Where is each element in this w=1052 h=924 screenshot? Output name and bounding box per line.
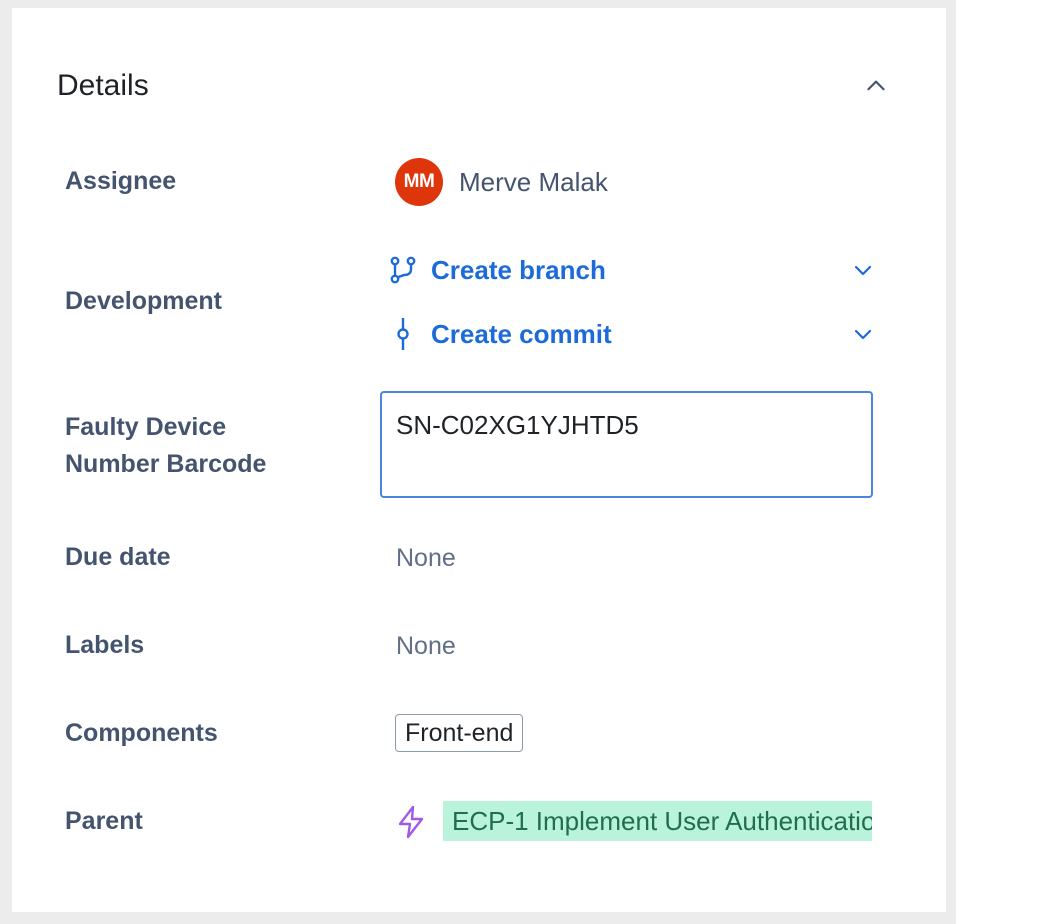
due-date-label: Due date [65, 543, 171, 571]
create-branch-button[interactable]: Create branch [388, 248, 878, 292]
chevron-down-icon[interactable] [848, 255, 878, 285]
component-tag[interactable]: Front-end [395, 714, 524, 752]
avatar[interactable]: MM [395, 158, 443, 206]
assignee-name[interactable]: Merve Malak [459, 164, 608, 200]
parent-link[interactable]: ECP-1 Implement User Authentication [443, 801, 872, 841]
details-heading: Details [57, 69, 149, 102]
assignee-label: Assignee [65, 167, 177, 195]
labels-label: Labels [65, 631, 145, 659]
lightning-epic-icon [394, 805, 428, 839]
parent-label: Parent [65, 807, 143, 835]
faulty-device-label-line2: Number Barcode [65, 450, 267, 478]
collapse-button[interactable] [860, 70, 892, 102]
development-label: Development [65, 287, 222, 315]
create-commit-button[interactable]: Create commit [388, 312, 878, 356]
components-label: Components [65, 719, 218, 747]
details-panel: Details Assignee MM Merve Malak Developm… [12, 8, 946, 912]
chevron-down-icon[interactable] [848, 319, 878, 349]
git-branch-icon [388, 255, 418, 285]
labels-value[interactable]: None [396, 628, 456, 664]
due-date-value[interactable]: None [396, 540, 456, 576]
create-branch-label: Create branch [431, 255, 606, 285]
chevron-up-icon [867, 80, 885, 91]
create-commit-label: Create commit [431, 319, 612, 349]
barcode-input[interactable]: SN-C02XG1YJHTD5 [380, 391, 873, 498]
faulty-device-label-line1: Faulty Device [65, 413, 227, 441]
frame-background: Details Assignee MM Merve Malak Developm… [0, 0, 956, 924]
git-commit-icon [388, 318, 418, 350]
